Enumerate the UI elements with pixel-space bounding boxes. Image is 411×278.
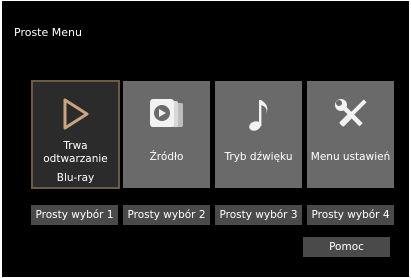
tools-icon	[307, 97, 394, 133]
quick-select-3-button[interactable]: Prosty wybór 3	[215, 205, 302, 225]
tile-now-playing-source: Blu-ray	[56, 172, 95, 184]
tile-source-label: Źródło	[149, 151, 184, 163]
tile-source[interactable]: Źródło	[123, 81, 210, 188]
tile-sound-mode[interactable]: Tryb dźwięku	[215, 81, 302, 188]
tile-sound-mode-label: Tryb dźwięku	[224, 151, 293, 163]
menu-screen: Proste Menu Trwa odtwarzanie Blu-ray Źró…	[2, 1, 409, 277]
help-button[interactable]: Pomoc	[303, 237, 390, 257]
tile-now-playing[interactable]: Trwa odtwarzanie Blu-ray	[31, 80, 120, 189]
play-icon	[33, 96, 118, 132]
quick-select-2-button[interactable]: Prosty wybór 2	[123, 205, 210, 225]
tile-settings[interactable]: Menu ustawień	[307, 81, 394, 188]
quick-select-4-button[interactable]: Prosty wybór 4	[307, 205, 394, 225]
tile-settings-label: Menu ustawień	[310, 151, 391, 163]
tile-now-playing-label: Trwa odtwarzanie	[43, 140, 108, 165]
quick-select-1-button[interactable]: Prosty wybór 1	[31, 205, 118, 225]
music-note-icon	[215, 97, 302, 133]
menu-title: Proste Menu	[14, 26, 82, 39]
source-icon	[123, 97, 210, 133]
